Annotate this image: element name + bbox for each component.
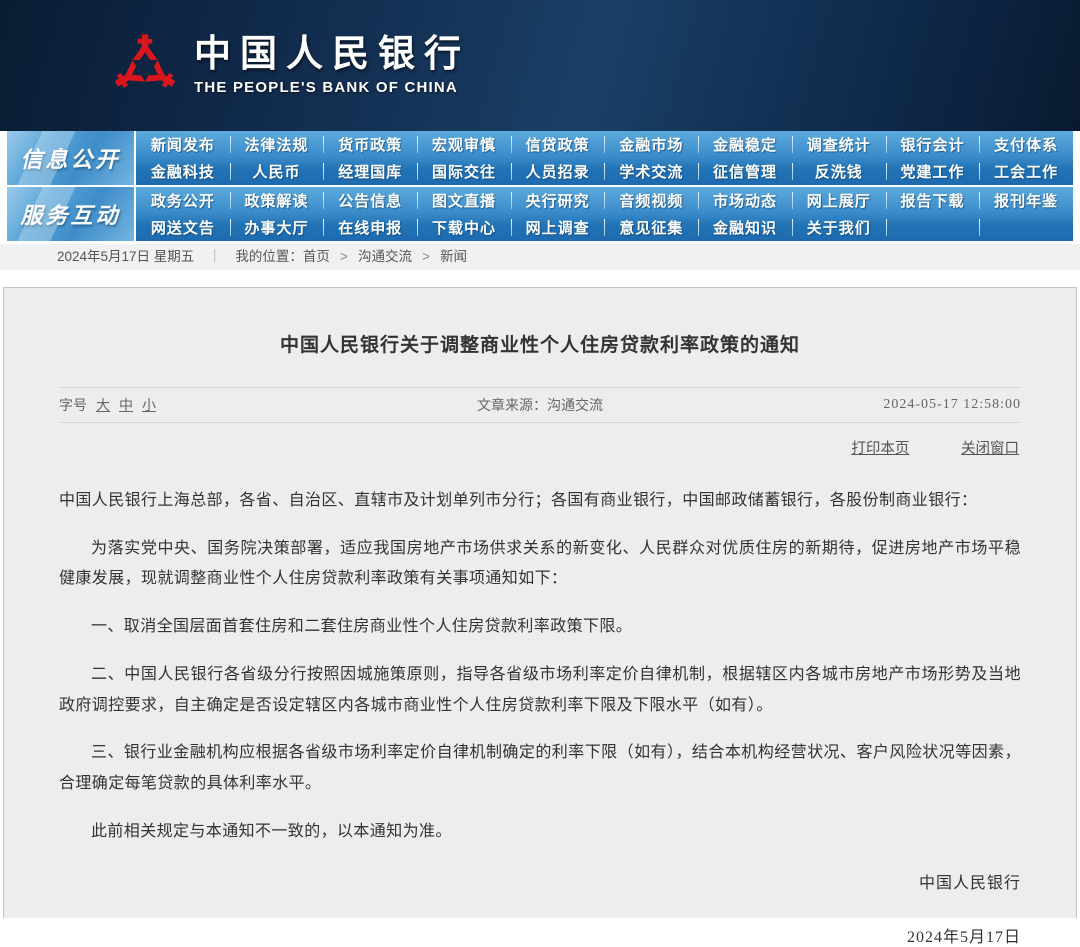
breadcrumb-separator: > xyxy=(340,251,348,266)
article-paragraph: 一、取消全国层面首套住房和二套住房商业性个人住房贷款利率政策下限。 xyxy=(59,612,1021,643)
nav-item[interactable]: 音频视频 xyxy=(604,187,698,214)
fontsize-controls: 字号大中小 xyxy=(59,395,351,415)
nav-grid: 政务公开政策解读公告信息图文直播央行研究音频视频市场动态网上展厅报告下载报刊年鉴… xyxy=(136,187,1073,241)
fontsize-option[interactable]: 小 xyxy=(142,399,156,414)
nav-item[interactable]: 央行研究 xyxy=(511,187,605,214)
nav-item[interactable]: 信贷政策 xyxy=(511,131,605,158)
nav-section-label[interactable]: 信息公开 xyxy=(7,131,134,185)
nav-item[interactable]: 办事大厅 xyxy=(230,214,324,241)
article-paragraph: 中国人民银行上海总部，各省、自治区、直辖市及计划单列市分行；各国有商业银行，中国… xyxy=(59,486,1021,517)
nav-item[interactable]: 反洗钱 xyxy=(792,158,886,185)
brand-name-cn: 中国人民银行 xyxy=(194,35,470,76)
nav-item[interactable]: 意见征集 xyxy=(604,214,698,241)
article-meta-row: 字号大中小 文章来源：沟通交流 2024-05-17 12:58:00 xyxy=(59,387,1021,423)
article-title: 中国人民银行关于调整商业性个人住房贷款利率政策的通知 xyxy=(59,330,1021,357)
nav-item[interactable]: 调查统计 xyxy=(792,131,886,158)
fontsize-option[interactable]: 中 xyxy=(119,399,133,414)
nav-item[interactable]: 银行会计 xyxy=(886,131,980,158)
nav-section-service-interaction: 服务互动政务公开政策解读公告信息图文直播央行研究音频视频市场动态网上展厅报告下载… xyxy=(7,187,1073,241)
nav-item[interactable]: 金融科技 xyxy=(136,158,230,185)
article-signature: 中国人民银行 2024年5月17日 xyxy=(59,869,1021,947)
nav-item[interactable]: 新闻发布 xyxy=(136,131,230,158)
nav-item[interactable]: 报刊年鉴 xyxy=(979,187,1073,214)
nav-item[interactable]: 学术交流 xyxy=(604,158,698,185)
fontsize-label: 字号 xyxy=(59,399,87,414)
nav-section-label[interactable]: 服务互动 xyxy=(7,187,134,241)
article-paragraph: 二、中国人民银行各省级分行按照因城施策原则，指导各省级市场利率定价自律机制，根据… xyxy=(59,660,1021,721)
current-date: 2024年5月17日 星期五 xyxy=(57,249,194,264)
breadcrumb: 2024年5月17日 星期五 ｜ 我的位置：首页 > 沟通交流 > 新闻 xyxy=(0,244,1080,270)
breadcrumb-item[interactable]: 新闻 xyxy=(440,249,467,264)
nav-item[interactable]: 金融市场 xyxy=(604,131,698,158)
breadcrumb-separator: > xyxy=(422,251,430,266)
signature-org: 中国人民银行 xyxy=(59,869,1021,893)
source-label: 文章来源： xyxy=(477,399,547,414)
nav-item[interactable]: 人民币 xyxy=(230,158,324,185)
source-value: 沟通交流 xyxy=(547,399,603,414)
nav-item[interactable]: 征信管理 xyxy=(698,158,792,185)
nav-item-empty xyxy=(886,214,980,241)
nav-item[interactable]: 支付体系 xyxy=(979,131,1073,158)
nav-item[interactable]: 金融稳定 xyxy=(698,131,792,158)
nav-item[interactable]: 金融知识 xyxy=(698,214,792,241)
nav-item[interactable]: 在线申报 xyxy=(323,214,417,241)
breadcrumb-item[interactable]: 首页 xyxy=(303,249,330,264)
nav-item[interactable]: 经理国库 xyxy=(323,158,417,185)
print-page-link[interactable]: 打印本页 xyxy=(851,441,909,457)
brand-name-en: THE PEOPLE'S BANK OF CHINA xyxy=(194,79,470,96)
nav-item[interactable]: 人员招录 xyxy=(511,158,605,185)
nav-item[interactable]: 法律法规 xyxy=(230,131,324,158)
nav-item[interactable]: 政策解读 xyxy=(230,187,324,214)
nav-grid: 新闻发布法律法规货币政策宏观审慎信贷政策金融市场金融稳定调查统计银行会计支付体系… xyxy=(136,131,1073,185)
nav-item[interactable]: 关于我们 xyxy=(792,214,886,241)
article-card: 中国人民银行关于调整商业性个人住房贷款利率政策的通知 字号大中小 文章来源：沟通… xyxy=(3,287,1077,918)
nav-item[interactable]: 网上展厅 xyxy=(792,187,886,214)
article-paragraph: 为落实党中央、国务院决策部署，适应我国房地产市场供求关系的新变化、人民群众对优质… xyxy=(59,534,1021,595)
close-window-link[interactable]: 关闭窗口 xyxy=(961,441,1019,457)
nav-section-info-disclosure: 信息公开新闻发布法律法规货币政策宏观审慎信贷政策金融市场金融稳定调查统计银行会计… xyxy=(7,131,1073,185)
nav-item[interactable]: 党建工作 xyxy=(886,158,980,185)
nav-item[interactable]: 宏观审慎 xyxy=(417,131,511,158)
nav-item[interactable]: 国际交往 xyxy=(417,158,511,185)
article-source: 文章来源：沟通交流 xyxy=(351,395,730,415)
location-label: 我的位置： xyxy=(235,249,303,264)
nav-item[interactable]: 政务公开 xyxy=(136,187,230,214)
nav-item[interactable]: 下载中心 xyxy=(417,214,511,241)
article-body: 中国人民银行上海总部，各省、自治区、直辖市及计划单列市分行；各国有商业银行，中国… xyxy=(59,486,1021,847)
article-actions: 打印本页 关闭窗口 xyxy=(59,423,1021,462)
main-nav: 信息公开新闻发布法律法规货币政策宏观审慎信贷政策金融市场金融稳定调查统计银行会计… xyxy=(7,131,1073,241)
nav-item[interactable]: 图文直播 xyxy=(417,187,511,214)
nav-item[interactable]: 工会工作 xyxy=(979,158,1073,185)
nav-item[interactable]: 公告信息 xyxy=(323,187,417,214)
nav-item[interactable]: 市场动态 xyxy=(698,187,792,214)
brand-block: 中国人民银行 THE PEOPLE'S BANK OF CHINA xyxy=(194,35,470,97)
article-paragraph: 三、银行业金融机构应根据各省级市场利率定价自律机制确定的利率下限（如有），结合本… xyxy=(59,738,1021,799)
breadcrumb-item[interactable]: 沟通交流 xyxy=(358,249,412,264)
fontsize-option[interactable]: 大 xyxy=(96,399,110,414)
nav-item-empty xyxy=(979,214,1073,241)
signature-date: 2024年5月17日 xyxy=(59,923,1021,947)
article-datetime: 2024-05-17 12:58:00 xyxy=(729,397,1021,413)
site-header: 中国人民银行 THE PEOPLE'S BANK OF CHINA xyxy=(0,0,1080,131)
nav-item[interactable]: 网上调查 xyxy=(511,214,605,241)
nav-item[interactable]: 报告下载 xyxy=(886,187,980,214)
article-paragraph: 此前相关规定与本通知不一致的，以本通知为准。 xyxy=(59,817,1021,848)
nav-item[interactable]: 货币政策 xyxy=(323,131,417,158)
nav-item[interactable]: 网送文告 xyxy=(136,214,230,241)
pboc-logo-icon xyxy=(112,26,178,106)
breadcrumb-divider: ｜ xyxy=(208,249,222,264)
